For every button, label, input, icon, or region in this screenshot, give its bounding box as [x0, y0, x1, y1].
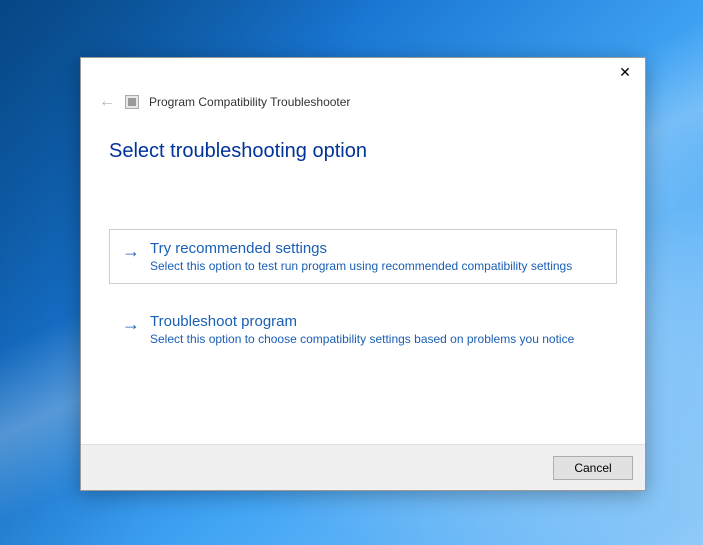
arrow-right-icon: →: [122, 314, 140, 336]
option-text: Troubleshoot program Select this option …: [150, 313, 604, 346]
header-row: ← Program Compatibility Troubleshooter: [81, 88, 645, 110]
titlebar: ✕: [81, 58, 645, 88]
content-area: Select troubleshooting option → Try reco…: [81, 110, 645, 444]
option-troubleshoot-program[interactable]: → Troubleshoot program Select this optio…: [109, 302, 617, 357]
option-description: Select this option to choose compatibili…: [150, 332, 604, 346]
header-title: Program Compatibility Troubleshooter: [149, 95, 350, 109]
option-title: Try recommended settings: [150, 240, 604, 257]
close-button[interactable]: ✕: [617, 64, 633, 80]
option-text: Try recommended settings Select this opt…: [150, 240, 604, 273]
instruction-heading: Select troubleshooting option: [109, 140, 617, 163]
dialog-footer: Cancel: [81, 444, 645, 490]
cancel-button[interactable]: Cancel: [553, 456, 633, 480]
option-try-recommended[interactable]: → Try recommended settings Select this o…: [109, 229, 617, 284]
arrow-right-icon: →: [122, 241, 140, 263]
option-title: Troubleshoot program: [150, 313, 604, 330]
option-description: Select this option to test run program u…: [150, 259, 604, 273]
close-icon: ✕: [619, 64, 631, 81]
back-icon[interactable]: ←: [99, 94, 115, 110]
troubleshooter-icon: [125, 95, 139, 109]
troubleshooter-dialog: ✕ ← Program Compatibility Troubleshooter…: [80, 57, 646, 491]
